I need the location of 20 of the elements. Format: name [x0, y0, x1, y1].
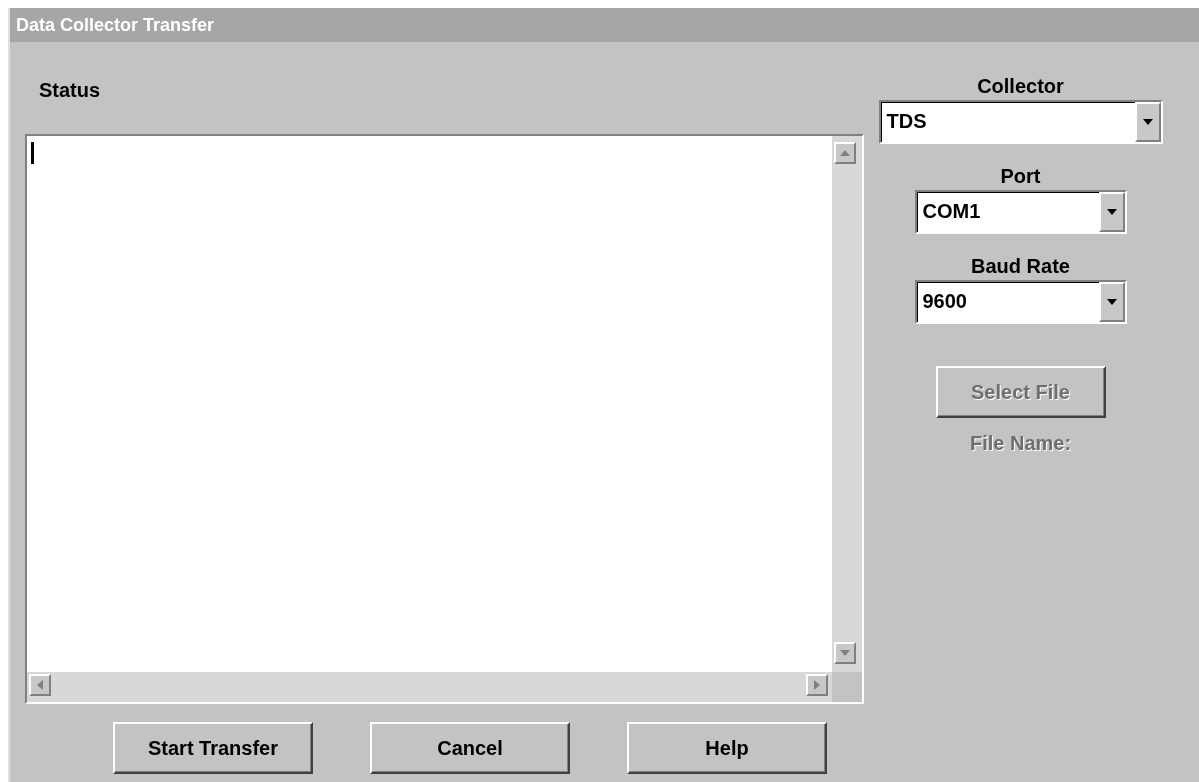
vertical-scrollbar[interactable]: [832, 136, 862, 672]
horizontal-scrollbar[interactable]: [27, 672, 832, 702]
file-name-label: File Name:: [969, 432, 1072, 454]
baud-rate-label: Baud Rate: [971, 255, 1070, 277]
scroll-down-icon[interactable]: [834, 642, 856, 664]
scroll-left-icon[interactable]: [29, 674, 51, 696]
status-field[interactable]: [25, 134, 864, 704]
dialog-button[interactable]: Start Transfer: [113, 722, 313, 774]
status-label: Status: [39, 79, 101, 101]
collector-dropdown[interactable]: TDS: [878, 100, 1163, 144]
baud-rate-dropdown[interactable]: 9600: [914, 280, 1127, 324]
port-dropdown[interactable]: COM1: [914, 190, 1127, 234]
scroll-right-icon[interactable]: [806, 674, 828, 696]
dialog-button[interactable]: Cancel: [370, 722, 570, 774]
window-title: Data Collector Transfer: [10, 8, 1199, 42]
port-label: Port: [1000, 165, 1041, 187]
collector-label: Collector: [977, 75, 1064, 97]
dialog-button[interactable]: Help: [627, 722, 827, 774]
scroll-up-icon[interactable]: [834, 142, 856, 164]
text-cursor: [31, 142, 34, 164]
